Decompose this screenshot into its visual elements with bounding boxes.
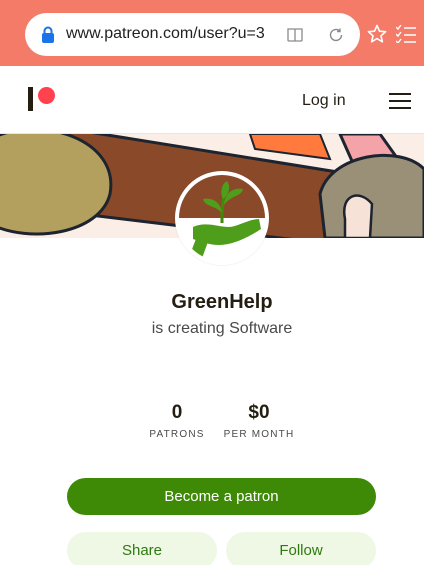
patreon-logo[interactable] [28, 86, 58, 112]
reload-icon[interactable] [327, 26, 345, 44]
reader-icon[interactable] [286, 26, 304, 44]
login-link[interactable]: Log in [302, 92, 346, 110]
patrons-stat: 0 PATRONS [148, 402, 206, 440]
earnings-amount: $0 [248, 402, 270, 423]
creator-name: GreenHelp [171, 291, 273, 313]
plant-in-hand-icon [179, 175, 265, 261]
become-patron-button[interactable]: Become a patron [67, 478, 376, 515]
creator-subtitle: is creating Software [151, 320, 293, 337]
creator-avatar[interactable] [175, 171, 269, 265]
url-text: www.patreon.com/user?u=3 [66, 25, 265, 42]
site-header: Log in [0, 66, 424, 134]
earnings-stat: $0 PER MONTH [222, 402, 296, 440]
lock-icon [42, 26, 54, 43]
list-icon[interactable] [396, 25, 416, 43]
browser-toolbar: www.patreon.com/user?u=3 [0, 0, 424, 66]
star-icon[interactable] [367, 24, 387, 44]
patrons-label: PATRONS [149, 429, 205, 440]
earnings-label: PER MONTH [223, 429, 295, 440]
patrons-count: 0 [171, 402, 183, 423]
follow-button[interactable]: Follow [226, 532, 376, 565]
menu-icon[interactable] [388, 92, 412, 110]
share-button[interactable]: Share [67, 532, 217, 565]
address-bar[interactable]: www.patreon.com/user?u=3 [25, 13, 360, 56]
